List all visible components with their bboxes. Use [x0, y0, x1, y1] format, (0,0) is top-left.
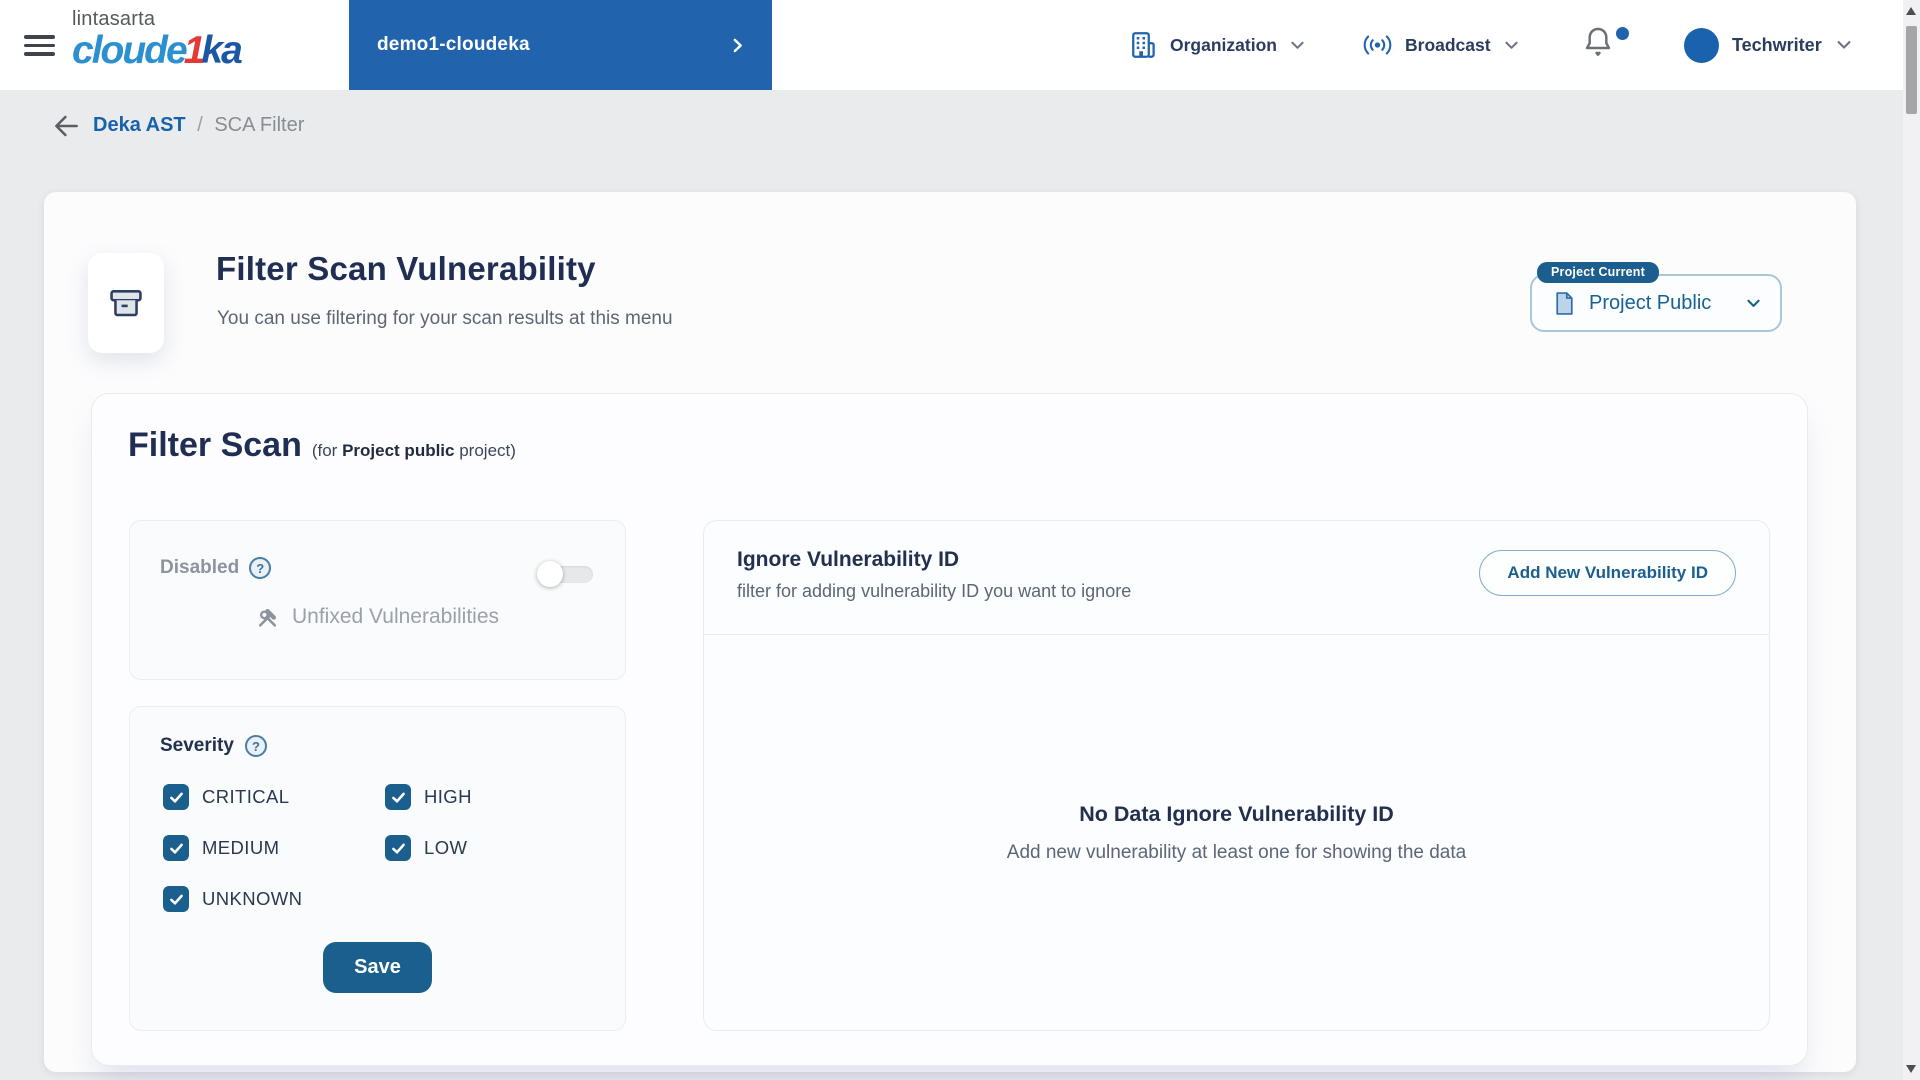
ignore-empty-state: No Data Ignore Vulnerability ID Add new … — [704, 635, 1769, 1031]
broadcast-menu[interactable]: Broadcast — [1362, 0, 1520, 90]
main-content-card: Filter Scan Vulnerability You can use fi… — [44, 192, 1856, 1072]
severity-panel: Severity ? CRITICAL HIGH MEDIUM LOW UNKN… — [129, 706, 626, 1031]
chevron-down-icon — [1745, 295, 1762, 312]
chevron-down-icon — [1503, 37, 1520, 54]
hamburger-menu-icon[interactable] — [24, 35, 55, 56]
filters-column: Disabled ? Unfixed Vulnerabilities Sever… — [129, 520, 626, 1031]
chevron-right-icon — [729, 37, 746, 54]
breadcrumb: Deka AST / SCA Filter — [93, 114, 304, 137]
top-header: lintasarta cloude1ka demo1-cloudeka Orga… — [0, 0, 1920, 90]
filter-scan-heading-row: Filter Scan (for Project public project) — [128, 426, 516, 465]
brand-cloudeka-text: cloude1ka — [72, 29, 243, 72]
document-icon — [1554, 291, 1575, 316]
page-icon-tile — [88, 253, 164, 353]
ignore-column: Ignore Vulnerability ID filter for addin… — [703, 520, 1770, 1031]
brand-logo: lintasarta cloude1ka — [72, 8, 243, 72]
filter-scan-note: (for Project public project) — [311, 441, 516, 460]
user-name: Techwriter — [1732, 34, 1822, 55]
page-title: Filter Scan Vulnerability — [216, 250, 596, 287]
severity-label: Severity — [160, 735, 234, 756]
help-question-icon[interactable]: ? — [249, 557, 272, 579]
filter-scan-card: Filter Scan (for Project public project)… — [91, 393, 1808, 1066]
disabled-toggle-switch[interactable] — [537, 561, 593, 587]
add-new-vulnerability-button[interactable]: Add New Vulnerability ID — [1479, 550, 1736, 596]
project-current-badge: Project Current — [1537, 262, 1659, 283]
archive-box-icon — [106, 283, 146, 323]
chevron-down-icon — [1835, 36, 1853, 54]
page-subtitle: You can use filtering for your scan resu… — [217, 308, 673, 329]
checkbox-checked-icon[interactable] — [385, 835, 411, 861]
workspace-label: demo1-cloudeka — [377, 34, 530, 55]
project-selected-label: Project Public — [1589, 291, 1712, 314]
unfixed-vulnerabilities-label: Unfixed Vulnerabilities — [292, 605, 499, 628]
empty-state-title: No Data Ignore Vulnerability ID — [1079, 802, 1394, 826]
breadcrumb-link-deka-ast[interactable]: Deka AST — [93, 114, 186, 136]
organization-menu[interactable]: Organization — [1128, 0, 1306, 90]
disabled-panel: Disabled ? Unfixed Vulnerabilities — [129, 520, 626, 680]
empty-state-subtitle: Add new vulnerability at least one for s… — [1006, 842, 1467, 863]
help-question-icon[interactable]: ? — [244, 735, 267, 757]
checkbox-checked-icon[interactable] — [163, 886, 189, 912]
disabled-label: Disabled — [160, 557, 240, 578]
broadcast-label: Broadcast — [1405, 34, 1491, 55]
checkbox-checked-icon[interactable] — [385, 784, 411, 810]
brand-lintasarta-text: lintasarta — [72, 8, 156, 30]
checkbox-checked-icon[interactable] — [163, 784, 189, 810]
breadcrumb-separator: / — [197, 114, 203, 136]
severity-options-grid: CRITICAL HIGH MEDIUM LOW UNKNOWN — [163, 784, 595, 912]
crossed-tools-icon — [256, 606, 279, 629]
workspace-selector[interactable]: demo1-cloudeka — [349, 0, 772, 90]
ignore-panel-header: Ignore Vulnerability ID filter for addin… — [704, 521, 1769, 635]
ignore-vulnerability-panel: Ignore Vulnerability ID filter for addin… — [703, 520, 1770, 1031]
scrollbar-thumb[interactable] — [1906, 26, 1917, 114]
severity-option-low[interactable]: LOW — [385, 835, 595, 861]
notifications-button[interactable] — [1580, 24, 1629, 66]
breadcrumb-row: Deka AST / SCA Filter — [0, 90, 1900, 162]
broadcast-icon — [1362, 34, 1393, 56]
save-button[interactable]: Save — [323, 942, 432, 993]
user-menu[interactable]: Techwriter — [1684, 0, 1853, 90]
notification-dot-badge — [1616, 27, 1629, 40]
scrollbar-down-arrow-icon[interactable] — [1906, 1065, 1916, 1073]
avatar — [1684, 27, 1719, 63]
severity-option-high[interactable]: HIGH — [385, 784, 595, 810]
filter-scan-title: Filter Scan — [128, 426, 302, 464]
organization-label: Organization — [1170, 34, 1277, 55]
severity-option-critical[interactable]: CRITICAL — [163, 784, 385, 810]
breadcrumb-current: SCA Filter — [214, 114, 305, 136]
vertical-scrollbar[interactable] — [1903, 0, 1920, 1080]
back-arrow-icon[interactable] — [50, 110, 84, 142]
severity-option-medium[interactable]: MEDIUM — [163, 835, 385, 861]
scrollbar-up-arrow-icon[interactable] — [1906, 7, 1916, 15]
checkbox-checked-icon[interactable] — [163, 835, 189, 861]
chevron-down-icon — [1289, 37, 1306, 54]
severity-option-unknown[interactable]: UNKNOWN — [163, 886, 385, 912]
app-root: lintasarta cloude1ka demo1-cloudeka Orga… — [0, 0, 1920, 1080]
organization-building-icon — [1128, 30, 1158, 60]
